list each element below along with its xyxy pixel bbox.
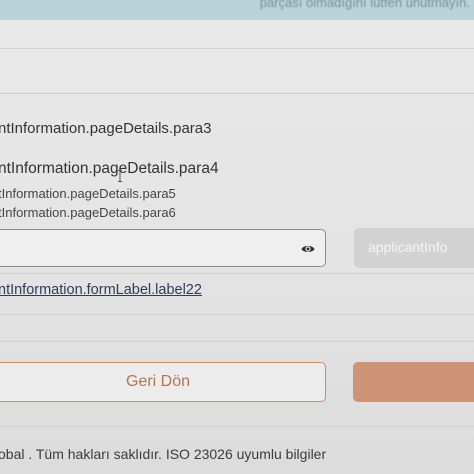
next-button[interactable]: [353, 362, 474, 402]
divider: [0, 426, 474, 427]
submit-button[interactable]: applicantInfo: [354, 228, 474, 268]
page-details-para4: ntInformation.pageDetails.para4: [0, 160, 219, 177]
form-label-link[interactable]: ntInformation.formLabel.label22: [0, 282, 202, 298]
divider: [0, 273, 474, 274]
eye-icon[interactable]: [301, 242, 315, 256]
screen: parçası olmadığını lütfen unutmayın. ntI…: [0, 0, 474, 474]
notice-banner: parçası olmadığını lütfen unutmayın.: [0, 0, 474, 20]
back-button-label: Geri Dön: [125, 373, 191, 390]
password-field[interactable]: [0, 229, 326, 267]
page-details-para5: tInformation.pageDetails.para5: [0, 186, 176, 201]
back-button[interactable]: Geri Dön: [0, 362, 326, 402]
divider: [0, 314, 474, 315]
text-cursor-icon: [118, 170, 122, 182]
notice-text: parçası olmadığını lütfen unutmayın.: [259, 0, 470, 10]
divider: [0, 93, 474, 94]
divider: [0, 341, 474, 342]
page-details-para6: tInformation.pageDetails.para6: [0, 205, 176, 220]
submit-button-label: applicantInfo: [368, 239, 448, 255]
footer-text: obal . Tüm hakları saklıdır. ISO 23026 u…: [0, 446, 327, 462]
divider: [0, 48, 474, 49]
page-details-para3: ntInformation.pageDetails.para3: [0, 120, 212, 137]
